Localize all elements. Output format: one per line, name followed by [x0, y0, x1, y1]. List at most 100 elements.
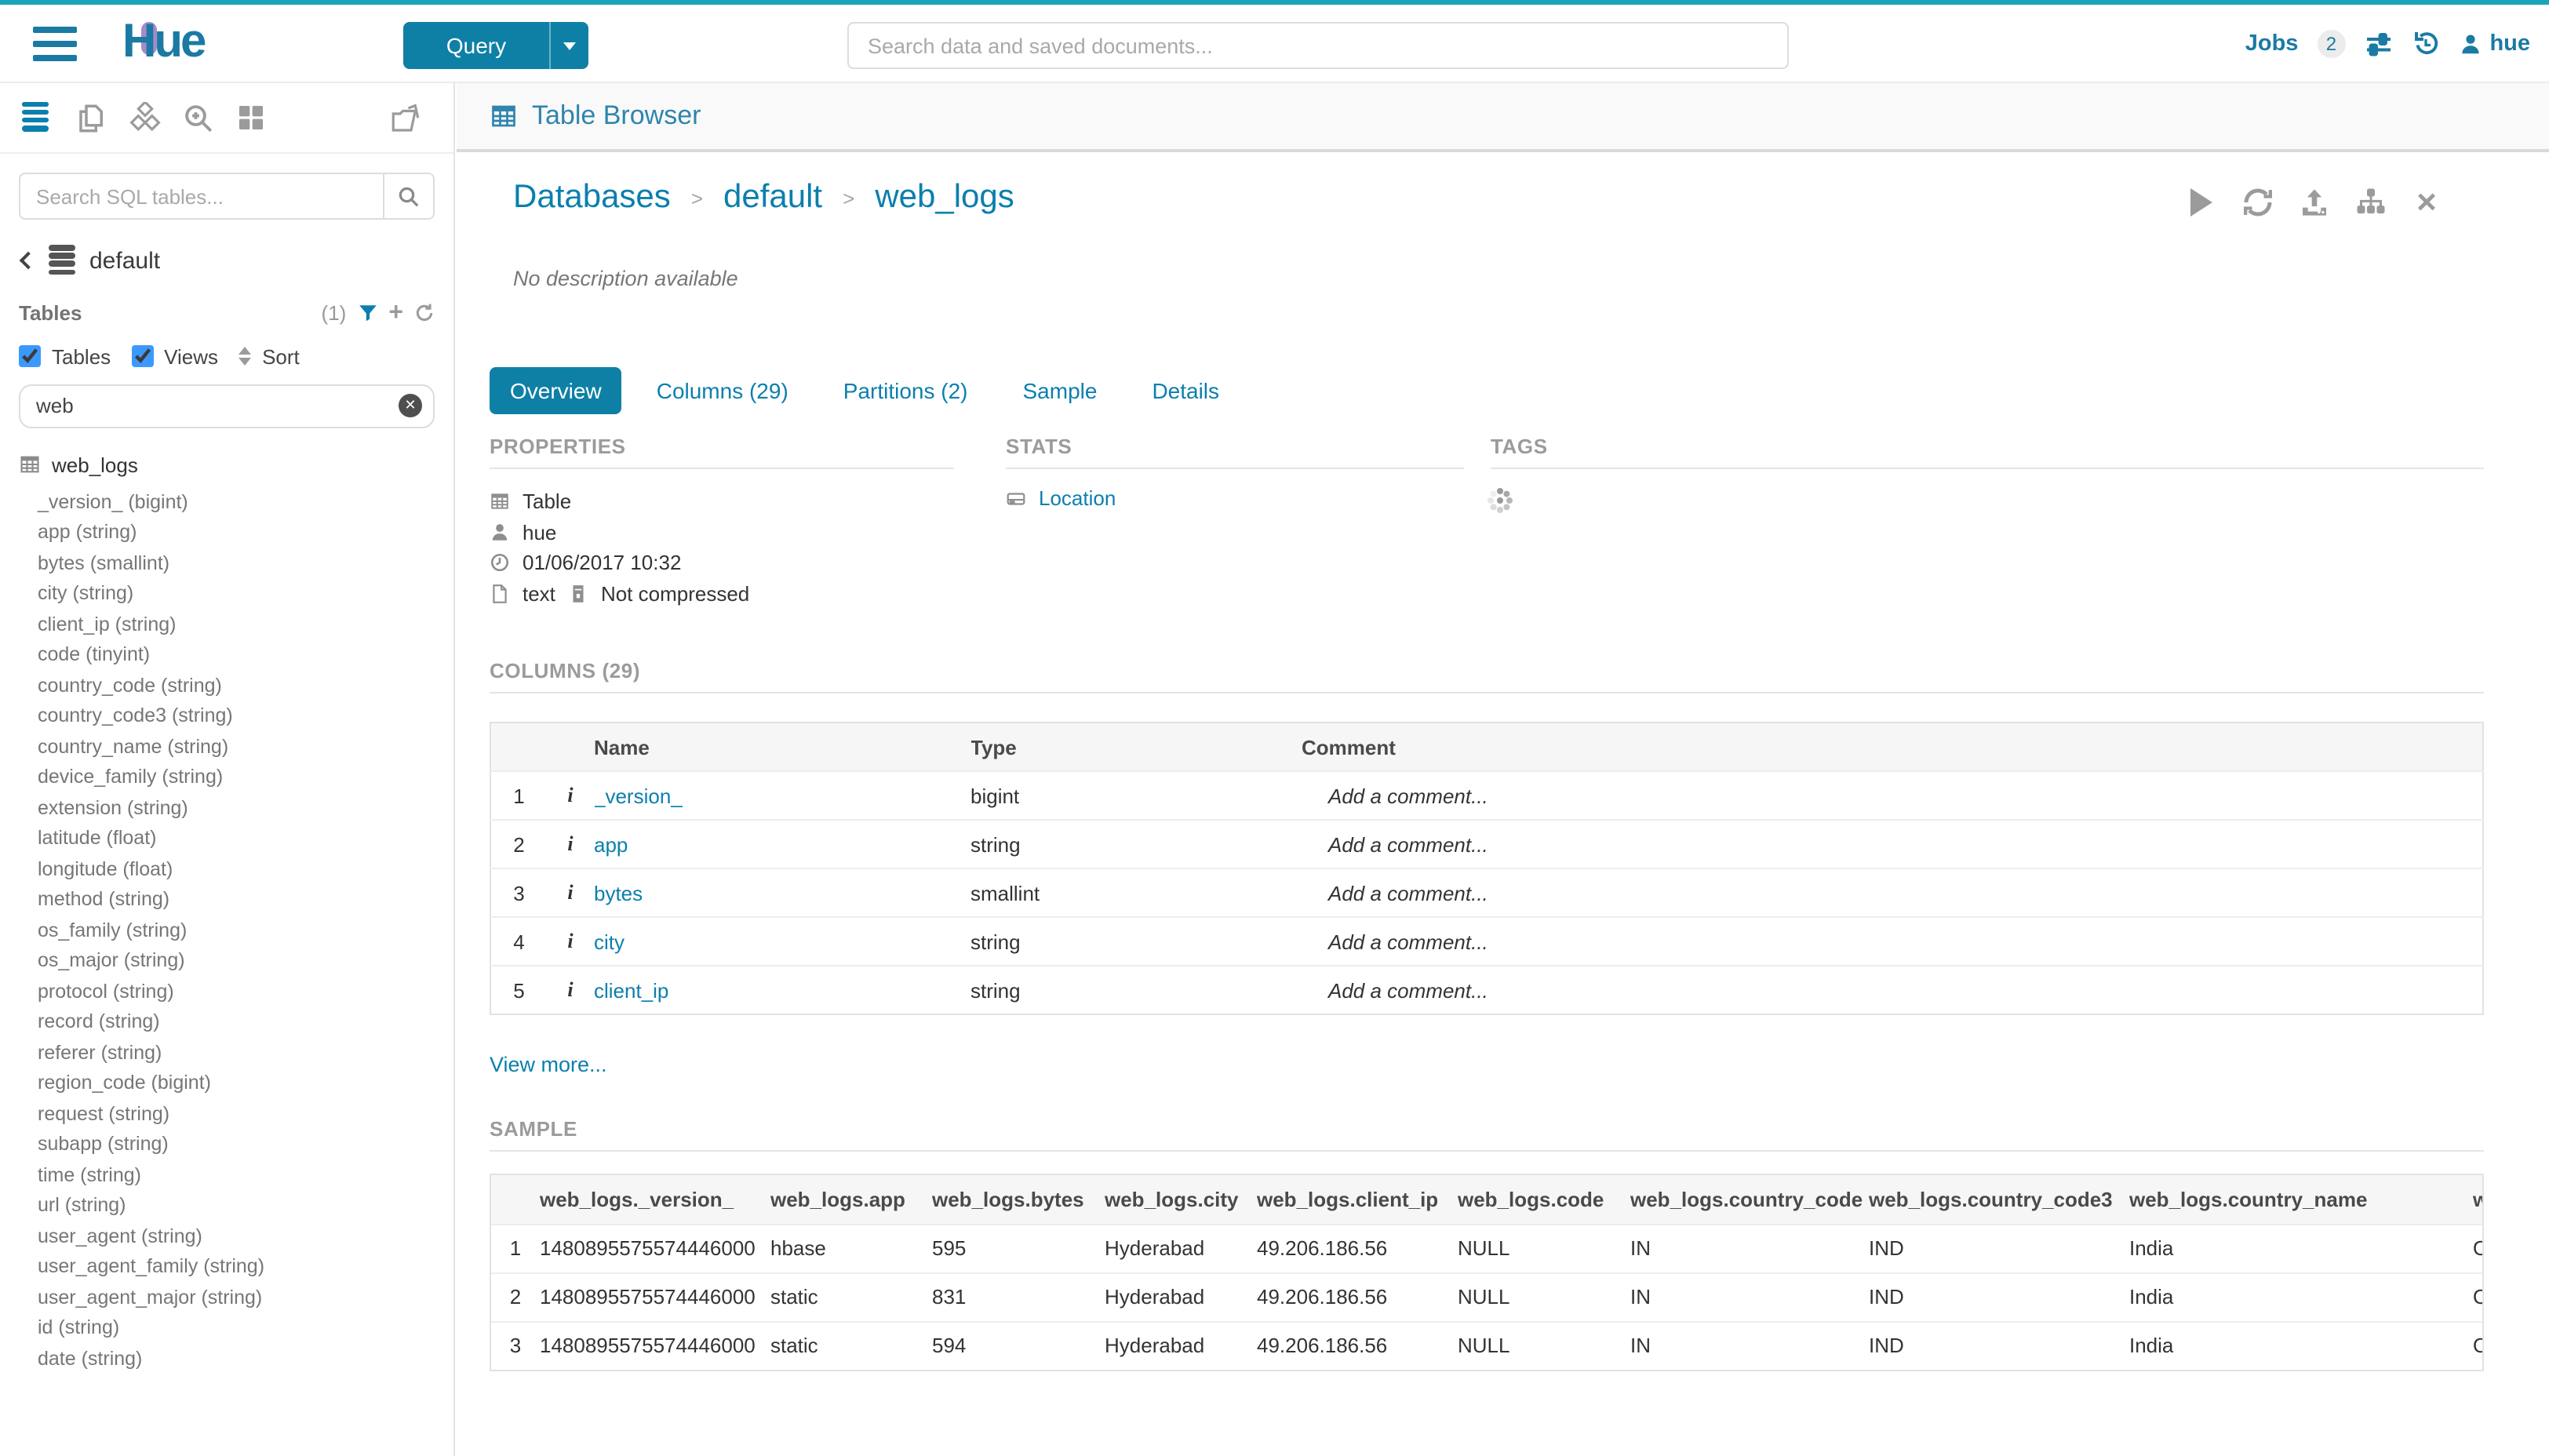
column-name-link[interactable]: app: [594, 832, 628, 856]
info-icon[interactable]: i: [547, 917, 594, 966]
sidebar-column[interactable]: os_major (string): [38, 947, 453, 977]
sitemap-icon[interactable]: [2354, 187, 2386, 218]
property-type-value: Table: [523, 490, 571, 514]
sidebar-column[interactable]: subapp (string): [38, 1130, 453, 1161]
sidebar-column[interactable]: code (tinyint): [38, 641, 453, 672]
info-icon[interactable]: i: [547, 868, 594, 917]
top-navbar: Hue Query Jobs 2: [0, 5, 2549, 83]
sidebar-column[interactable]: country_code3 (string): [38, 702, 453, 733]
global-search-input[interactable]: [847, 22, 1789, 69]
sidebar-column[interactable]: country_code (string): [38, 672, 453, 702]
add-table-icon[interactable]: +: [388, 303, 403, 323]
sidebar-column[interactable]: device_family (string): [38, 763, 453, 794]
refresh-icon[interactable]: [2241, 187, 2273, 218]
breadcrumb-default[interactable]: default: [723, 179, 822, 217]
refresh-tables-icon[interactable]: [414, 303, 435, 323]
sidebar-table-web-logs[interactable]: web_logs: [19, 453, 453, 477]
comment-placeholder[interactable]: Add a comment...: [1295, 820, 2483, 868]
sidebar-column[interactable]: method (string): [38, 886, 453, 916]
comment-placeholder[interactable]: Add a comment...: [1295, 966, 2483, 1014]
tab-columns[interactable]: Columns (29): [636, 367, 809, 414]
sql-table-search-input[interactable]: [19, 173, 383, 220]
sample-header: web_logs.code: [1458, 1175, 1630, 1224]
sidebar-column[interactable]: extension (string): [38, 794, 453, 824]
sidebar-column[interactable]: record (string): [38, 1008, 453, 1039]
tables-checkbox-label[interactable]: Tables: [52, 345, 111, 369]
sidebar-column[interactable]: protocol (string): [38, 977, 453, 1008]
sidebar-column[interactable]: client_ip (string): [38, 610, 453, 641]
column-name-link[interactable]: client_ip: [594, 978, 668, 1002]
folder-docs-icon[interactable]: [389, 101, 422, 134]
comment-placeholder[interactable]: Add a comment...: [1295, 771, 2483, 820]
tab-partitions[interactable]: Partitions (2): [823, 367, 989, 414]
history-icon[interactable]: [2411, 30, 2439, 58]
cell: India: [2129, 1224, 2473, 1272]
sidebar-column[interactable]: time (string): [38, 1161, 453, 1192]
sidebar-column[interactable]: user_agent (string): [38, 1222, 453, 1253]
cell: IN: [1630, 1224, 1869, 1272]
sidebar-column[interactable]: date (string): [38, 1345, 453, 1375]
sidebar-column[interactable]: referer (string): [38, 1039, 453, 1069]
jobs-count-badge[interactable]: 2: [2317, 30, 2345, 58]
file-icon: [490, 584, 510, 604]
play-icon[interactable]: [2185, 187, 2216, 218]
query-button[interactable]: Query: [403, 22, 549, 69]
cubes-icon[interactable]: [129, 101, 162, 134]
sort-toggle[interactable]: Sort: [262, 345, 300, 369]
info-icon[interactable]: i: [547, 820, 594, 868]
sidebar-column[interactable]: _version_ (bigint): [38, 488, 453, 519]
sidebar-column[interactable]: app (string): [38, 519, 453, 549]
filter-funnel-icon[interactable]: [357, 303, 377, 323]
sidebar-column[interactable]: longitude (float): [38, 855, 453, 886]
hue-logo[interactable]: Hue: [122, 16, 204, 69]
tab-details[interactable]: Details: [1131, 367, 1240, 414]
views-checkbox-label[interactable]: Views: [164, 345, 218, 369]
table-row: 5 i client_ip string Add a comment...: [490, 966, 2483, 1014]
sidebar-column[interactable]: country_name (string): [38, 733, 453, 763]
jobs-link[interactable]: Jobs: [2245, 31, 2299, 56]
tab-overview[interactable]: Overview: [490, 367, 622, 414]
database-icon[interactable]: [22, 101, 55, 134]
breadcrumb-databases[interactable]: Databases: [513, 179, 671, 217]
row-number: 3: [491, 1321, 540, 1370]
info-icon[interactable]: i: [547, 966, 594, 1014]
table-row: 3 i bytes smallint Add a comment...: [490, 868, 2483, 917]
sql-table-search-button[interactable]: [383, 173, 435, 220]
cell: 831: [932, 1272, 1105, 1321]
sidebar-column[interactable]: request (string): [38, 1100, 453, 1130]
sidebar-column[interactable]: user_agent_major (string): [38, 1283, 453, 1314]
comment-placeholder[interactable]: Add a comment...: [1295, 868, 2483, 917]
query-dropdown-button[interactable]: [549, 22, 588, 69]
column-name-link[interactable]: city: [594, 930, 625, 953]
comment-placeholder[interactable]: Add a comment...: [1295, 917, 2483, 966]
apps-grid-icon[interactable]: [235, 101, 268, 134]
sliders-icon[interactable]: [2364, 30, 2392, 58]
views-checkbox[interactable]: [131, 346, 153, 368]
tables-checkbox[interactable]: [19, 346, 41, 368]
sidebar-column[interactable]: user_agent_family (string): [38, 1253, 453, 1283]
close-icon[interactable]: ×: [2411, 187, 2442, 218]
table-filter-input[interactable]: [19, 384, 435, 428]
breadcrumb-web-logs[interactable]: web_logs: [875, 179, 1014, 217]
tab-sample[interactable]: Sample: [1003, 367, 1118, 414]
sidebar-column[interactable]: city (string): [38, 580, 453, 610]
column-name-link[interactable]: bytes: [594, 881, 643, 905]
column-name-link[interactable]: _version_: [594, 784, 683, 807]
sidebar-column[interactable]: region_code (bigint): [38, 1069, 453, 1100]
database-breadcrumb-row[interactable]: default: [19, 245, 435, 278]
cell: IND: [1869, 1272, 2129, 1321]
user-menu[interactable]: hue: [2458, 31, 2530, 56]
sidebar-column[interactable]: url (string): [38, 1192, 453, 1222]
view-more-link[interactable]: View more...: [490, 1053, 607, 1076]
properties-section: PROPERTIES: [490, 435, 954, 609]
sidebar-column[interactable]: latitude (float): [38, 824, 453, 855]
documents-icon[interactable]: [75, 101, 108, 134]
sidebar-column[interactable]: os_family (string): [38, 916, 453, 947]
menu-icon[interactable]: [33, 27, 77, 69]
sidebar-column[interactable]: id (string): [38, 1314, 453, 1345]
location-link[interactable]: Location: [1006, 486, 1464, 510]
zoom-in-icon[interactable]: [182, 101, 215, 134]
sidebar-column[interactable]: bytes (smallint): [38, 549, 453, 580]
upload-icon[interactable]: [2298, 187, 2329, 218]
info-icon[interactable]: i: [547, 771, 594, 820]
